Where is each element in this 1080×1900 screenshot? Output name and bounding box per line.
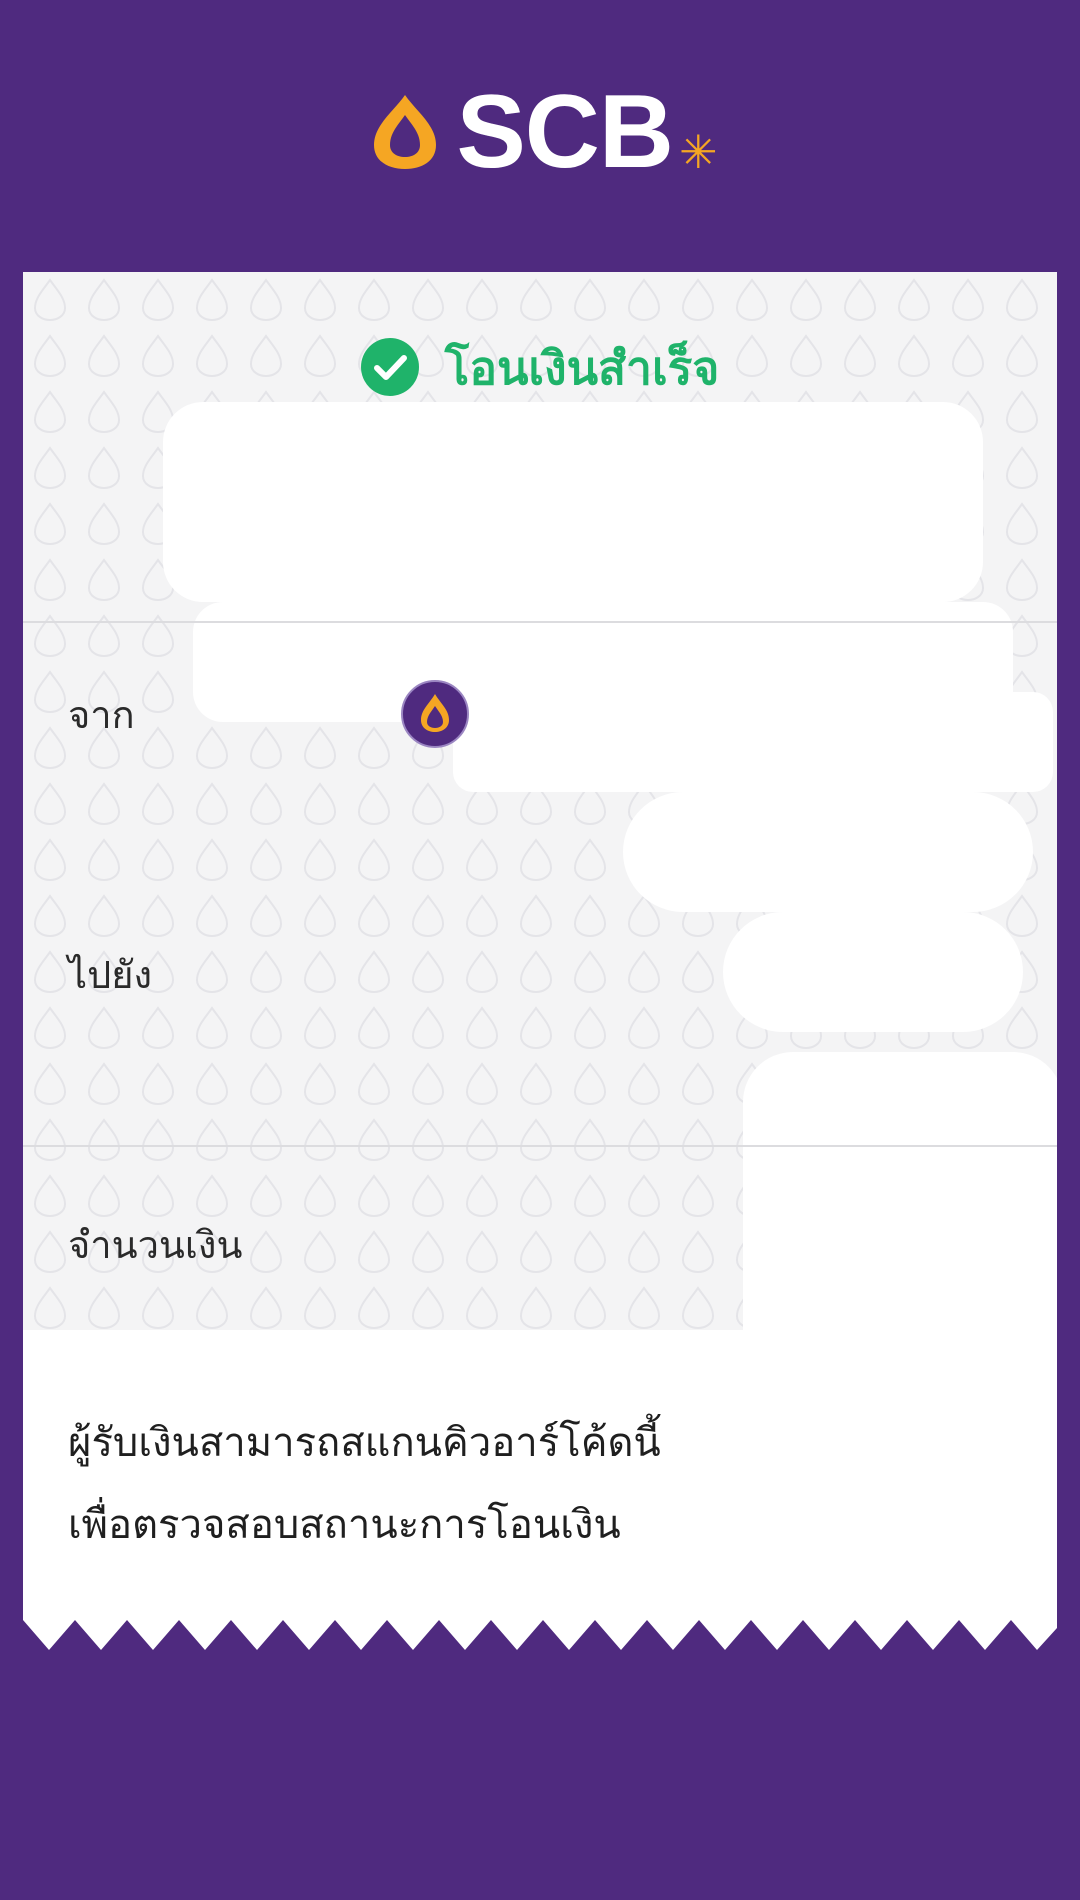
divider [23, 621, 1057, 623]
scb-logo: SCB ✳ [362, 74, 718, 190]
status-title: โอนเงินสำเร็จ [444, 341, 720, 395]
redacted-area [723, 912, 1023, 1032]
app-header: SCB ✳ [0, 0, 1080, 272]
status-header: โอนเงินสำเร็จ [23, 332, 1057, 405]
qr-note-line-1: ผู้รับเงินสามารถสแกนคิวอาร์โค้ดนี้ [68, 1420, 661, 1466]
qr-note-line-2: เพื่อตรวจสอบสถานะการโอนเงิน [68, 1502, 621, 1548]
check-circle-icon [360, 337, 419, 400]
transfer-receipt: โอนเงินสำเร็จ จาก ไปยัง จำนวนเงิน ผู้รับ… [23, 272, 1057, 1650]
brand-name: SCB [456, 74, 674, 190]
amount-label: จำนวนเงิน [68, 1223, 243, 1267]
receipt-zigzag-edge [23, 1620, 1057, 1650]
redacted-area [163, 402, 983, 602]
divider [23, 1145, 1057, 1147]
scb-bank-icon [401, 680, 469, 752]
redacted-area [453, 692, 1053, 792]
scb-emblem-icon [362, 89, 448, 175]
to-label: ไปยัง [68, 953, 153, 997]
qr-note: ผู้รับเงินสามารถสแกนคิวอาร์โค้ดนี้ เพื่อ… [68, 1402, 748, 1566]
redacted-area [623, 792, 1033, 912]
from-label: จาก [68, 693, 135, 737]
star-icon: ✳ [679, 125, 718, 179]
